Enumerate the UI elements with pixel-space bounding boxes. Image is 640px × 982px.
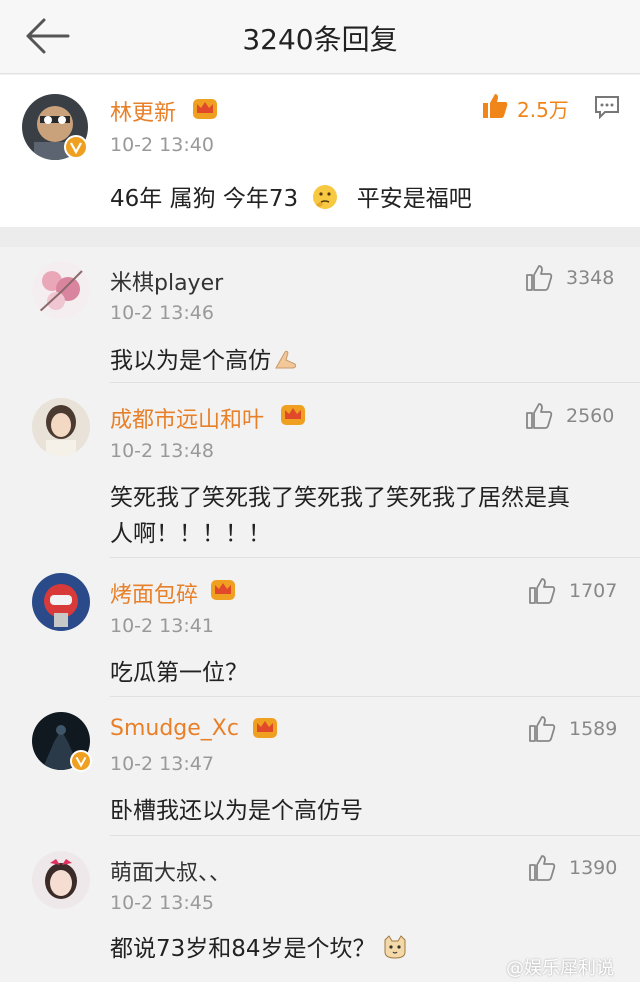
watermark-text: @娱乐犀利说 [506, 958, 614, 979]
list-item: 成都市远山和叶 10-2 13:48 2560 笑死我了笑死我了笑死我了笑死我了… [0, 384, 640, 558]
like-count: 1390 [569, 857, 618, 879]
comment-text: 都说73岁和84岁是个坎？ [110, 929, 408, 966]
comment-time: 10-2 13:40 [110, 134, 214, 156]
comment-time: 10-2 13:47 [110, 753, 214, 775]
divider [110, 382, 640, 383]
comment-text: 卧槽我还以为是个高仿号 [110, 798, 363, 824]
reply-icon[interactable] [594, 95, 620, 120]
avatar[interactable] [32, 851, 90, 909]
comment-text: 我以为是个高仿 [110, 341, 299, 376]
avatar[interactable] [32, 261, 90, 319]
comment-time: 10-2 13:45 [110, 892, 214, 914]
like-icon[interactable] [524, 263, 554, 293]
like-count: 2.5万 [517, 98, 569, 122]
divider [110, 835, 640, 836]
user-name[interactable]: 成都市远山和叶 [110, 402, 264, 434]
comment-text-line-2: 人啊！！！！！ [110, 521, 271, 547]
user-name[interactable]: 萌面大叔、、 [110, 855, 231, 887]
vip-crown-icon [192, 96, 218, 120]
user-name[interactable]: 林更新 [110, 95, 176, 127]
like-icon[interactable] [524, 401, 554, 431]
comment-time: 10-2 13:48 [110, 440, 214, 462]
avatar[interactable] [32, 573, 90, 631]
list-item: Smudge_Xc 10-2 13:47 1589 卧槽我还以为是个高仿号 [0, 698, 640, 836]
comment-text: 吃瓜第一位？ [110, 660, 248, 686]
comment-text-line-1: 笑死我了笑死我了笑死我了笑死我了居然是真 [110, 485, 570, 511]
pray-hands-icon [273, 348, 299, 376]
vip-crown-icon [280, 402, 306, 426]
vip-crown-icon [210, 577, 236, 601]
like-icon[interactable] [527, 714, 557, 744]
like-count: 3348 [566, 267, 615, 289]
list-item: 烤面包碎 10-2 13:41 1707 吃瓜第一位？ [0, 559, 640, 697]
divider [110, 557, 640, 558]
user-name[interactable]: Smudge_Xc [110, 716, 239, 741]
like-count: 1707 [569, 580, 618, 602]
avatar[interactable] [32, 398, 90, 456]
user-name[interactable]: 米棋player [110, 265, 223, 297]
verified-badge-icon [64, 135, 88, 159]
comment-text: 46年 属狗 今年73 平安是福吧 [110, 179, 472, 217]
user-name[interactable]: 烤面包碎 [110, 577, 198, 609]
like-icon[interactable] [527, 576, 557, 606]
list-item: 米棋player 10-2 13:46 3348 我以为是个高仿 [0, 247, 640, 383]
comment-time: 10-2 13:46 [110, 302, 214, 324]
page-title: 3240条回复 [242, 23, 398, 56]
like-count: 2560 [566, 405, 615, 427]
like-icon[interactable] [527, 853, 557, 883]
like-count: 1589 [569, 718, 618, 740]
cat-face-icon [382, 934, 408, 966]
divider [110, 696, 640, 697]
thinking-face-icon [311, 183, 339, 217]
like-icon[interactable] [480, 91, 510, 121]
main-comment: 林更新 10-2 13:40 2.5万 46年 属狗 今年73 平安是福吧 [0, 75, 640, 227]
vip-crown-icon [252, 715, 278, 739]
section-divider [0, 227, 640, 247]
verified-badge-icon [70, 750, 92, 772]
comment-time: 10-2 13:41 [110, 615, 214, 637]
top-bar: 3240条回复 [0, 0, 640, 74]
